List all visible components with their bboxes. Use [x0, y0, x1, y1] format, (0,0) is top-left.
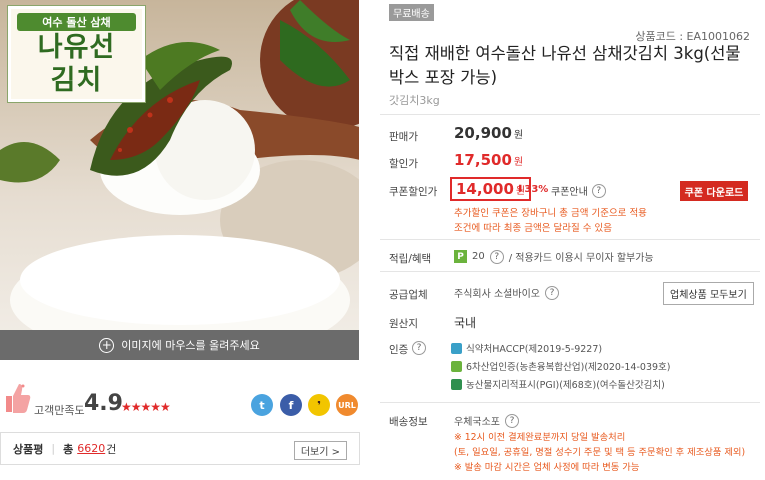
- coupon-download-button[interactable]: 쿠폰 다운로드: [680, 181, 748, 201]
- point-icon: P: [454, 250, 467, 263]
- question-icon[interactable]: ?: [505, 413, 519, 428]
- coupon-discount-percent: ⬇33%: [516, 184, 549, 195]
- sale-price-label: 할인가: [389, 158, 418, 170]
- card-benefit-text: / 적용카드 이용시 무이자 할부가능: [508, 253, 654, 264]
- coupon-note-line1: 추가할인 쿠폰은 장바구니 총 금액 기준으로 적용: [454, 208, 647, 219]
- review-total-label: 총: [63, 442, 74, 456]
- certification-text: 농산물지리적표시(PGI)(제68호)(여수돌산갓김치): [466, 380, 665, 391]
- shipping-note-2: (토, 일요일, 공휴일, 명절 성수기 주문 및 택 등 주문확인 후 제조상…: [454, 447, 746, 458]
- rating-stars: ★★★★★: [121, 400, 171, 414]
- points-value: 20: [472, 251, 485, 262]
- review-summary: 상품평 | 총 6620 건 더보기 >: [0, 432, 360, 465]
- review-separator: |: [51, 442, 56, 455]
- coupon-price-value: 14,000: [456, 180, 514, 198]
- supplier-products-button[interactable]: 업체상품 모두보기: [663, 282, 754, 305]
- shipping-label: 배송정보: [389, 416, 428, 428]
- divider: [380, 271, 760, 272]
- rating-label: 고객만족도: [34, 404, 85, 417]
- coupon-price-label: 쿠폰할인가: [389, 186, 438, 198]
- sale-price-value: 17,500: [454, 151, 512, 169]
- brand-label-top: 여수 돌산 삼채: [17, 13, 136, 31]
- orig-price-won: 원: [513, 130, 524, 141]
- origin-value: 국내: [454, 316, 477, 330]
- rating-score: 4.9: [84, 391, 123, 416]
- certification-text: 6차산업인증(농촌융복합산업)(제2020-14-039호): [466, 362, 671, 373]
- shipping-method: 우체국소포 ?: [454, 413, 519, 428]
- review-unit: 건: [106, 442, 117, 456]
- product-subtitle: 갓김치3kg: [389, 94, 440, 107]
- certification-item: 농산물지리적표시(PGI)(제68호)(여수돌산갓김치): [451, 375, 670, 393]
- question-icon[interactable]: ?: [544, 285, 559, 300]
- divider: [380, 402, 760, 403]
- certification-text: 식약처HACCP(제2019-5-9227): [466, 344, 603, 355]
- brand-label-product: 김치: [50, 65, 103, 96]
- facebook-share-icon[interactable]: f: [280, 394, 302, 416]
- thumbs-up-icon: [6, 384, 31, 413]
- pgi-icon: [451, 378, 462, 390]
- certification-item: 식약처HACCP(제2019-5-9227): [451, 339, 670, 357]
- product-title: 직접 재배한 여수돌산 나유선 삼채갓김치 3kg(선물박스 포장 가능): [389, 44, 741, 87]
- shipping-note-1: ※ 12시 이전 결제완료분까지 당일 발송처리: [454, 432, 626, 443]
- certification-label: 인증: [389, 344, 409, 356]
- coupon-note: 추가할인 쿠폰은 장바구니 총 금액 기준으로 적용 조건에 따라 최종 금액은…: [454, 206, 647, 236]
- divider: [380, 114, 760, 115]
- certification-item: 6차산업인증(농촌융복합산업)(제2020-14-039호): [451, 357, 670, 375]
- product-image[interactable]: 여수 돌산 삼채 나유선 김치 + 이미지에 마우스를 올려주세요: [0, 0, 359, 360]
- plus-icon: +: [99, 337, 115, 353]
- twitter-share-icon[interactable]: t: [251, 394, 273, 416]
- kakaostory-share-icon[interactable]: ❜: [308, 394, 330, 416]
- shipping-method-text: 우체국소포: [454, 417, 500, 428]
- origin-label: 원산지: [389, 318, 418, 330]
- certification-list: 식약처HACCP(제2019-5-9227) 6차산업인증(농촌융복합산업)(제…: [451, 339, 670, 393]
- free-shipping-badge: 무료배송: [389, 4, 434, 21]
- review-count[interactable]: 6620: [77, 442, 105, 455]
- question-icon[interactable]: ?: [412, 341, 426, 355]
- orig-price-value: 20,900: [454, 124, 512, 142]
- coupon-info[interactable]: 쿠폰안내 ?: [551, 183, 606, 198]
- question-icon[interactable]: ?: [489, 249, 504, 264]
- orig-price-label: 판매가: [389, 131, 418, 143]
- sixth-industry-icon: [451, 360, 462, 372]
- rating-row: 고객만족도 4.9 ★★★★★ t f ❜ URL: [0, 378, 360, 428]
- url-copy-icon[interactable]: URL: [336, 394, 358, 416]
- coupon-note-line2: 조건에 따라 최종 금액은 달라질 수 있음: [454, 223, 612, 234]
- brand-label: 여수 돌산 삼채 나유선 김치: [7, 5, 146, 103]
- coupon-info-label: 쿠폰안내: [551, 187, 588, 198]
- shipping-notes: ※ 12시 이전 결제완료분까지 당일 발송처리 (토, 일요일, 공휴일, 명…: [454, 430, 745, 475]
- sale-price-won: 원: [513, 157, 524, 168]
- question-icon[interactable]: ?: [591, 183, 606, 198]
- image-hover-hint: + 이미지에 마우스를 올려주세요: [0, 330, 359, 360]
- review-more-button[interactable]: 더보기 >: [293, 441, 347, 460]
- review-label: 상품평: [13, 442, 44, 456]
- haccp-icon: [451, 342, 462, 354]
- supplier-name-text: 주식회사 소셜바이오: [454, 289, 540, 300]
- image-hover-hint-text: 이미지에 마우스를 올려주세요: [121, 339, 260, 352]
- benefits-label: 적립/혜택: [389, 253, 432, 265]
- divider: [380, 239, 760, 240]
- brand-label-name: 나유선: [37, 32, 116, 63]
- supplier-name: 주식회사 소셜바이오 ?: [454, 285, 559, 300]
- orig-price: 20,900 원: [454, 124, 523, 142]
- supplier-label: 공급업체: [389, 289, 428, 301]
- benefits-points: P 20 ? / 적용카드 이용시 무이자 할부가능: [454, 249, 654, 264]
- sale-price: 17,500 원: [454, 151, 523, 169]
- shipping-note-3: ※ 발송 마감 시간은 업체 사정에 따라 변동 가능: [454, 462, 640, 473]
